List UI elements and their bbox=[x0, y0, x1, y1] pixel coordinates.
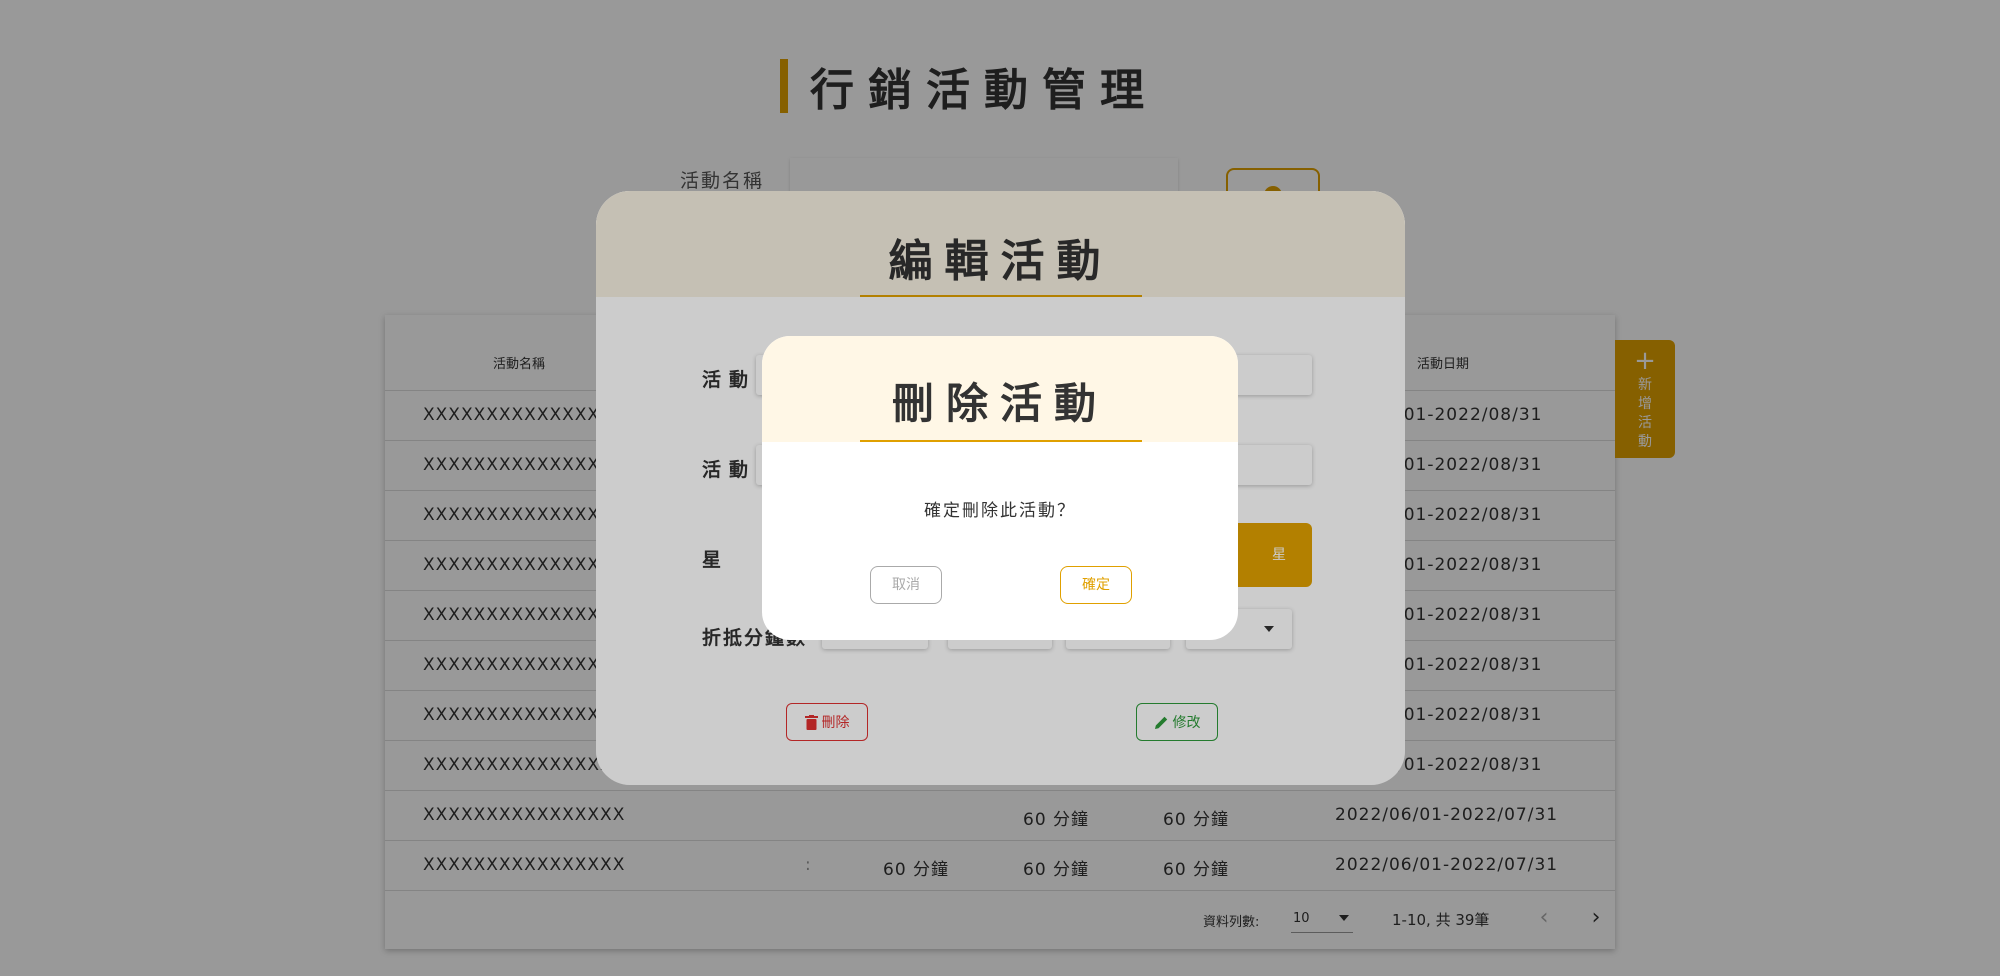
delete-modal-title: 刪除活動 bbox=[891, 379, 1108, 428]
delete-confirm-modal: 刪除活動 確定刪除此活動？ 取消 確定 bbox=[762, 336, 1238, 640]
delete-modal-header: 刪除活動 bbox=[762, 336, 1238, 442]
cancel-button[interactable]: 取消 bbox=[870, 566, 942, 604]
delete-message: 確定刪除此活動？ bbox=[924, 501, 1076, 521]
title-underline bbox=[860, 440, 1142, 442]
confirm-button[interactable]: 確定 bbox=[1060, 566, 1132, 604]
